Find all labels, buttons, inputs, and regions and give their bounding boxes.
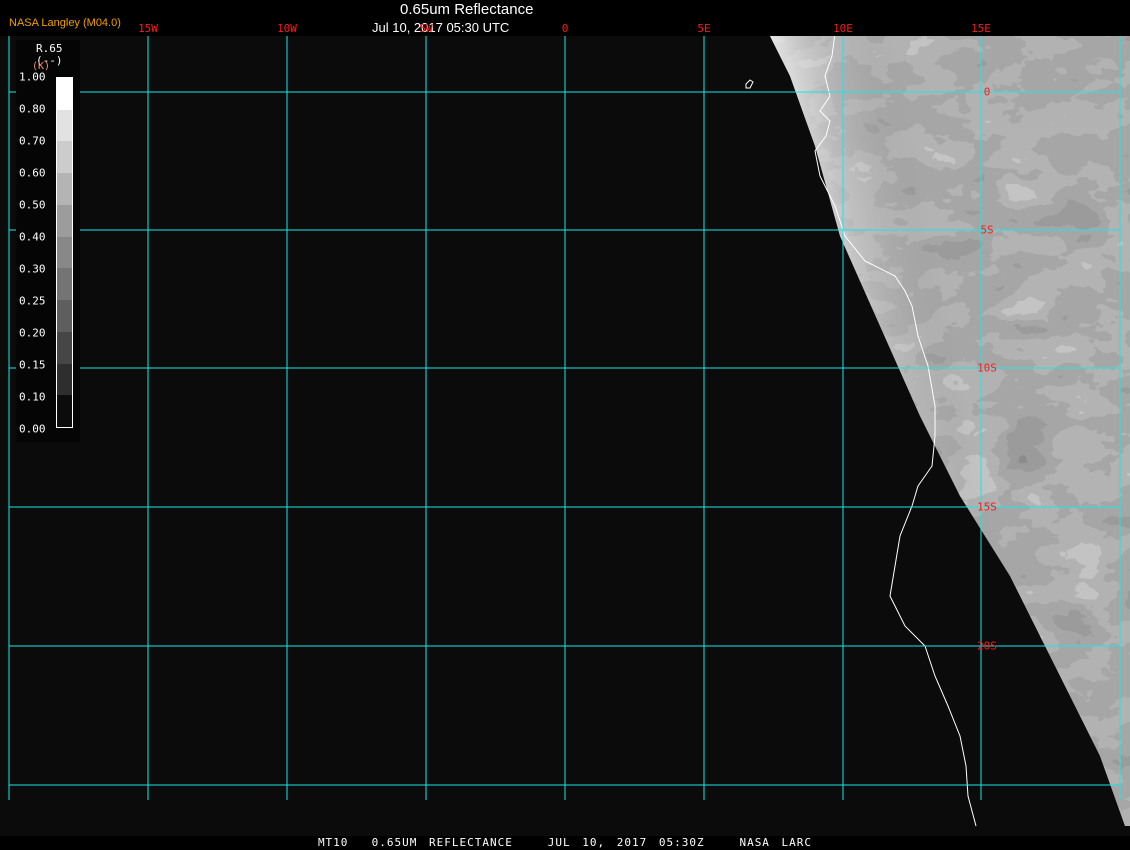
footer-caption: MT10 0.65UM REFLECTANCE JUL 10, 2017 05:… [317,836,813,849]
legend-swatch [57,268,72,301]
legend-label: 0.40 [19,230,46,244]
legend-label: 0.30 [19,262,46,276]
imagery-svg [8,0,1130,827]
legend-swatch [57,204,72,237]
latitude-label: 10S [977,361,997,375]
longitude-label: 15W [138,22,158,35]
longitude-label: 15E [971,22,991,35]
latitude-label: 20S [977,639,997,653]
legend-swatch [57,78,72,110]
legend-label: 0.15 [19,358,46,372]
latitude-label: 15S [977,500,997,514]
legend-label: 1.00 [19,70,46,84]
legend-label: 0.50 [19,198,46,212]
longitude-label: 5E [697,22,711,35]
legend-label: 0.00 [19,422,46,436]
legend-label: 0.60 [19,166,46,180]
legend-label: 0.25 [19,294,46,308]
legend-swatch [57,236,72,269]
satellite-image-map[interactable] [0,0,1130,836]
legend-label: 0.10 [19,390,46,404]
product-title: 0.65um Reflectance [400,1,534,18]
longitude-label: 0 [561,22,569,35]
longitude-label: 10W [277,22,297,35]
legend-swatch [57,331,72,364]
longitude-label: 5W [419,22,433,35]
longitude-label: 10E [833,22,853,35]
latitude-label: 0 [983,85,991,99]
island-outline [745,79,754,89]
legend-label: 0.70 [19,134,46,148]
legend-label: 0.80 [19,102,46,116]
legend-swatch [57,109,72,142]
legend-swatch [57,395,72,428]
satellite-viewer: 0.65um Reflectance Jul 10, 2017 05:30 UT… [0,0,1130,850]
producer-logo: NASA Langley (M04.0) [9,17,121,29]
legend-label: 0.20 [19,326,46,340]
legend-swatch [57,300,72,332]
legend-swatch [57,173,72,205]
image-datetime: Jul 10, 2017 05:30 UTC [372,20,510,35]
color-legend: R.65 (--) (K) 1.00 0.80 0.70 0.60 0.50 0.40 0.… [16,40,80,442]
legend-swatch [57,141,72,174]
legend-swatch [57,363,72,396]
latitude-label: 5S [980,223,994,237]
legend-color-bar [56,77,73,428]
